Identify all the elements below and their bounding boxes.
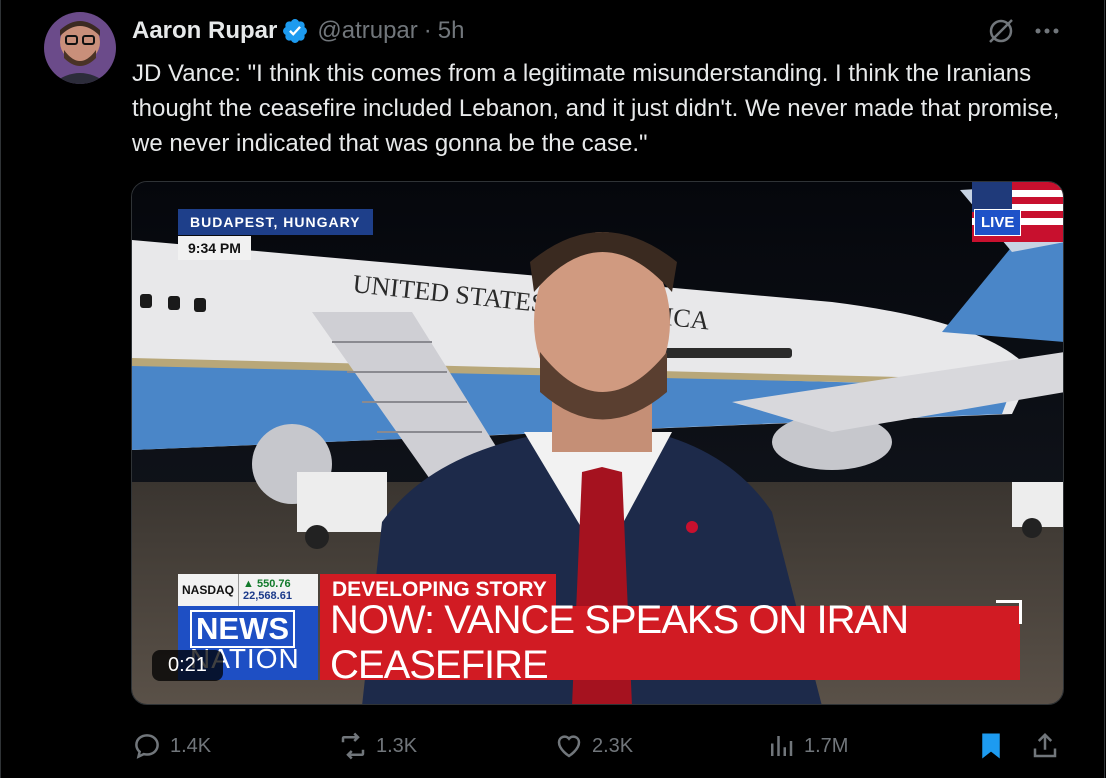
stock-ticker: NASDAQ ▲ 550.76 22,568.61 [178, 574, 318, 606]
bookmark-button[interactable] [976, 728, 1014, 764]
repost-count: 1.3K [376, 734, 418, 757]
share-button[interactable] [1030, 728, 1068, 764]
like-button[interactable]: 2.3K [554, 728, 633, 764]
grok-icon[interactable] [984, 14, 1018, 48]
heart-icon [557, 735, 581, 758]
video-player[interactable]: UNITED STATES OF AMERICA BUDAPEST, HUNGA… [131, 181, 1064, 705]
tweet-text: JD Vance: "I think this comes from a leg… [132, 60, 1060, 157]
reply-button[interactable]: 1.4K [132, 728, 211, 764]
column-border-left [0, 0, 1, 778]
author-handle[interactable]: @atrupar [317, 17, 417, 45]
location-tag: BUDAPEST, HUNGARY [178, 209, 373, 235]
broadcast-clock: 9:34 PM [178, 236, 251, 260]
ticker-change: ▲ 550.76 [243, 578, 291, 590]
tweet-header: Aaron Rupar @atrupar · 5h [132, 16, 464, 46]
bookmark-icon [982, 733, 1000, 759]
repost-button[interactable]: 1.3K [338, 728, 417, 764]
more-options-icon[interactable] [1030, 14, 1064, 48]
column-border-right [1104, 0, 1105, 778]
reply-icon [135, 734, 159, 759]
ticker-name: NASDAQ [178, 574, 240, 606]
views-button[interactable]: 1.7M [766, 728, 848, 764]
reply-count: 1.4K [170, 734, 212, 757]
ticker-index: 22,568.61 [243, 590, 292, 602]
action-bar: 1.4K 1.3K 2.3K 1.7M [132, 728, 1064, 764]
video-duration: 0:21 [152, 650, 223, 681]
headline-banner: NOW: VANCE SPEAKS ON IRAN CEASEFIRE [320, 598, 1020, 687]
avatar[interactable] [44, 12, 116, 84]
author-name[interactable]: Aaron Rupar [132, 17, 277, 45]
post-time[interactable]: 5h [438, 17, 465, 45]
live-badge: LIVE [974, 209, 1022, 236]
banner-corner-accent [996, 600, 1022, 624]
separator-dot: · [423, 17, 432, 44]
share-icon [1033, 732, 1057, 758]
verified-badge-icon[interactable] [281, 17, 309, 45]
repost-icon [341, 732, 365, 760]
views-icon [771, 736, 793, 756]
view-count: 1.7M [804, 734, 849, 757]
like-count: 2.3K [592, 734, 634, 757]
